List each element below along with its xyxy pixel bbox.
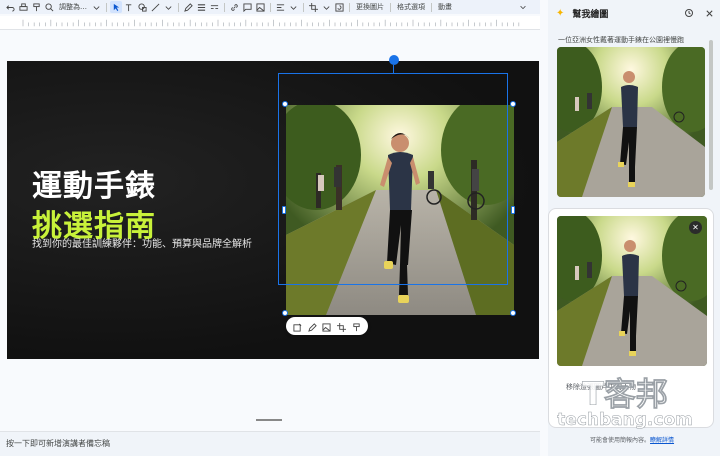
chevron-down-icon[interactable] bbox=[162, 1, 174, 13]
comment-icon[interactable] bbox=[241, 1, 253, 13]
resize-handle-right[interactable] bbox=[511, 206, 515, 214]
collapse-toolbar-icon[interactable] bbox=[516, 0, 530, 14]
replace-image-icon[interactable] bbox=[322, 317, 332, 336]
divider bbox=[270, 2, 271, 12]
resize-handle-bottom-left[interactable] bbox=[282, 310, 288, 316]
crop-icon[interactable] bbox=[307, 1, 319, 13]
panel-scrollbar[interactable] bbox=[709, 40, 713, 190]
reset-image-icon[interactable] bbox=[333, 1, 345, 13]
print-icon[interactable] bbox=[17, 1, 29, 13]
resize-handle-left[interactable] bbox=[282, 206, 286, 214]
resize-handle-bottom-right[interactable] bbox=[510, 310, 516, 316]
speaker-notes[interactable]: 按一下即可新增演講者備忘稿 bbox=[0, 431, 540, 456]
history-icon[interactable] bbox=[682, 6, 696, 20]
pen-icon[interactable] bbox=[182, 1, 194, 13]
rotation-stem bbox=[393, 65, 394, 74]
format-brush-icon[interactable] bbox=[352, 317, 361, 336]
chevron-down-icon[interactable] bbox=[90, 1, 102, 13]
paint-format-icon[interactable] bbox=[30, 1, 42, 13]
footer-text: 可能會使用簡報內容。 bbox=[590, 437, 651, 444]
crop-icon[interactable] bbox=[337, 317, 347, 336]
border-dash-icon[interactable] bbox=[208, 1, 220, 13]
link-icon[interactable] bbox=[228, 1, 240, 13]
refine-prompt-text: 移除這張圖片中的人物 bbox=[566, 383, 636, 391]
edit-pencil-icon[interactable] bbox=[307, 317, 317, 336]
image-quick-toolbar bbox=[286, 317, 368, 335]
shape-icon[interactable] bbox=[136, 1, 148, 13]
horizontal-scroll-indicator[interactable] bbox=[256, 419, 282, 421]
divider bbox=[431, 2, 432, 12]
panel-footer-note: 可能會使用簡報內容。瞭解詳情 bbox=[590, 435, 674, 444]
learn-more-link[interactable]: 瞭解詳情 bbox=[650, 437, 674, 444]
speaker-notes-placeholder: 按一下即可新增演講者備忘稿 bbox=[6, 439, 110, 448]
slide-canvas: 運動手錶 挑選指南 找到你的最佳訓練夥伴：功能、預算與品牌全解析 bbox=[0, 30, 548, 430]
animation-button[interactable]: 動畫 bbox=[435, 2, 455, 12]
resize-handle-top-left[interactable] bbox=[282, 101, 288, 107]
replace-image-button[interactable]: 更換圖片 bbox=[353, 2, 387, 12]
select-cursor-icon[interactable] bbox=[110, 1, 122, 13]
divider bbox=[224, 2, 225, 12]
dismiss-image-icon[interactable]: ✕ bbox=[689, 221, 702, 234]
line-icon[interactable] bbox=[149, 1, 161, 13]
chevron-down-icon[interactable] bbox=[287, 1, 299, 13]
sparkle-icon: ✦ bbox=[556, 7, 565, 19]
divider bbox=[390, 2, 391, 12]
zoom-icon[interactable] bbox=[43, 1, 55, 13]
border-weight-icon[interactable] bbox=[195, 1, 207, 13]
horizontal-ruler bbox=[0, 16, 540, 30]
slide-title-line1[interactable]: 運動手錶 bbox=[32, 161, 156, 205]
format-options-button[interactable]: 格式選項 bbox=[394, 2, 428, 12]
divider bbox=[178, 2, 179, 12]
generated-image-2[interactable] bbox=[557, 216, 707, 366]
slide[interactable]: 運動手錶 挑選指南 找到你的最佳訓練夥伴：功能、預算與品牌全解析 bbox=[7, 61, 539, 359]
slide-subtitle[interactable]: 找到你的最佳訓練夥伴：功能、預算與品牌全解析 bbox=[32, 235, 252, 250]
undo-icon[interactable] bbox=[4, 1, 16, 13]
panel-title: 幫我繪圖 bbox=[572, 9, 609, 20]
close-panel-icon[interactable] bbox=[702, 6, 716, 20]
divider bbox=[349, 2, 350, 12]
divider bbox=[106, 2, 107, 12]
align-icon[interactable] bbox=[274, 1, 286, 13]
text-box-icon[interactable] bbox=[123, 1, 135, 13]
chevron-down-icon[interactable] bbox=[320, 1, 332, 13]
zoom-dropdown[interactable]: 調整為… bbox=[56, 2, 90, 12]
runner-photo[interactable] bbox=[286, 105, 514, 315]
formatting-toolbar: 調整為… 更換圖片 格式選項 動畫 bbox=[0, 0, 540, 14]
rotate-handle[interactable] bbox=[389, 55, 399, 65]
divider bbox=[303, 2, 304, 12]
prompt-text: 一位亞洲女性戴著運動手錶在公園裡慢跑 bbox=[558, 36, 684, 44]
resize-handle-top-right[interactable] bbox=[510, 101, 516, 107]
ai-edit-icon[interactable] bbox=[293, 317, 302, 336]
image-icon[interactable] bbox=[254, 1, 266, 13]
generated-image-1[interactable] bbox=[557, 47, 705, 197]
panel-header: ✦ 幫我繪圖 bbox=[556, 6, 716, 20]
